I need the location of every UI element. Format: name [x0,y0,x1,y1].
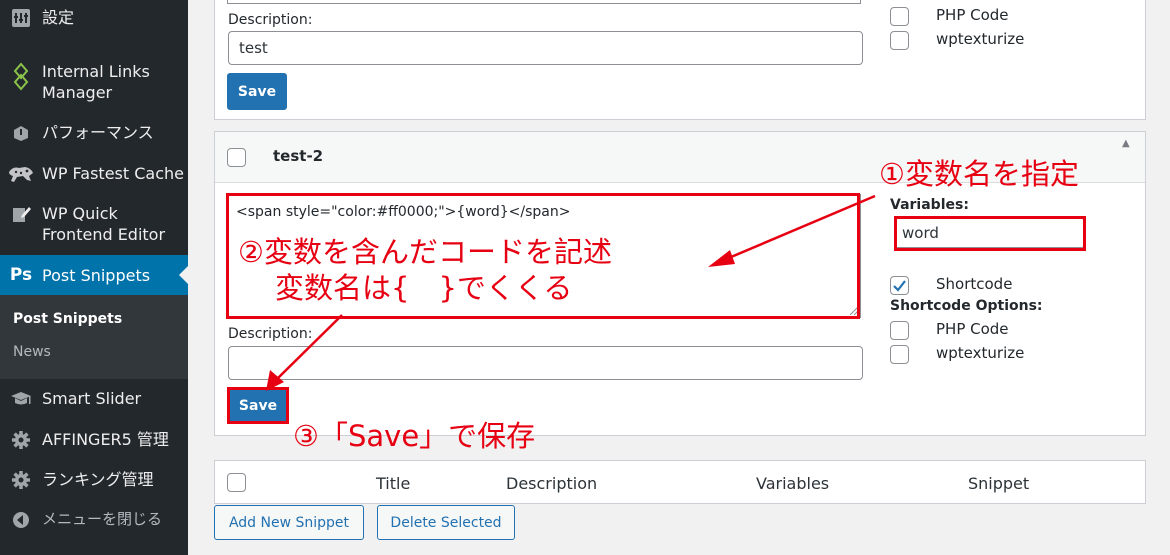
snippet-2-description-label: Description: [228,326,313,342]
snippet-1-php-code-checkbox[interactable] [890,7,909,26]
sidebar-item-settings[interactable]: 設定 [0,7,188,28]
snippet-2-description-input[interactable] [228,346,863,380]
sidebar-item-smart-slider[interactable]: Smart Slider [0,388,188,409]
settings-icon [0,7,42,28]
annotation-step2-line1: ②変数を含んだコードを記述 [238,235,612,269]
sidebar-item-performance[interactable]: パフォーマンス [0,122,188,143]
select-all-checkbox[interactable] [227,473,246,492]
annotation-step3: ③「Save」で保存 [293,419,536,453]
graduation-cap-icon [0,388,42,409]
performance-icon [0,122,42,143]
sidebar-item-label: パフォーマンス [42,123,154,142]
snippet-2-wptexturize-checkbox[interactable] [890,345,909,364]
delete-selected-button[interactable]: Delete Selected [377,505,515,540]
sidebar-item-label-line2: Manager [42,83,113,102]
cheetah-icon [0,163,42,184]
submenu-item-news[interactable]: News [13,344,51,360]
ps-logo-text: Ps [9,264,33,285]
sidebar-item-label: メニューを閉じる [42,510,163,528]
variables-label: Variables: [890,197,969,213]
shortcode-checkbox[interactable] [890,276,909,295]
column-snippet[interactable]: Snippet [968,474,1029,493]
admin-sidebar: 設定 Internal Links Manager パフォーマンス WP Fas… [0,0,188,555]
snippet-1-php-code-label: PHP Code [936,6,1009,24]
sidebar-item-label: 設定 [42,8,75,27]
sidebar-item-label-line2: Frontend Editor [42,225,166,244]
snippet-2-php-code-checkbox[interactable] [890,321,909,340]
snippet-1-save-button[interactable]: Save [227,73,287,110]
sidebar-item-post-snippets[interactable]: Ps Post Snippets [0,255,188,295]
annotation-step1: ①変数名を指定 [879,157,1079,191]
column-variables[interactable]: Variables [756,474,829,493]
sidebar-submenu: Post Snippets News [0,295,188,379]
sidebar-item-wp-fastest-cache[interactable]: WP Fastest Cache [0,163,188,184]
collapse-toggle-icon[interactable]: ▲ [1122,138,1130,149]
sidebar-item-label: ランキング管理 [42,470,154,489]
snippet-1-wptexturize-label: wptexturize [936,30,1025,48]
add-new-snippet-button[interactable]: Add New Snippet [214,505,364,540]
sidebar-item-ranking[interactable]: ランキング管理 [0,469,188,490]
sidebar-item-wp-quick-frontend-editor[interactable]: WP Quick Frontend Editor [0,203,188,245]
sidebar-item-label: WP Fastest Cache [42,164,184,183]
checkmark-icon [893,280,906,292]
snippet-1-description-input[interactable]: test [228,31,863,65]
sidebar-item-label: Smart Slider [42,389,142,408]
snippet-2-select-checkbox[interactable] [227,148,246,167]
edit-icon [0,203,42,224]
annotation-save-box [227,387,289,424]
sidebar-item-affinger5[interactable]: AFFINGER5 管理 [0,429,188,450]
snippet-2-title: test-2 [273,147,324,165]
sidebar-item-label: AFFINGER5 管理 [42,430,169,449]
ps-logo-icon: Ps [0,265,42,286]
sidebar-item-internal-links-manager[interactable]: Internal Links Manager [0,61,188,103]
column-title[interactable]: Title [376,474,410,493]
column-description[interactable]: Description [506,474,597,493]
gear-icon [0,469,42,490]
annotation-step2-line2: 変数名は{ }でくくる [275,271,573,305]
submenu-item-post-snippets[interactable]: Post Snippets [13,311,122,327]
snippet-2-wptexturize-label: wptexturize [936,344,1025,362]
shortcode-options-label: Shortcode Options: [890,298,1043,314]
sidebar-item-label: Internal Links [42,62,150,81]
collapse-icon [0,509,42,530]
sidebar-item-label: Post Snippets [42,265,151,285]
sidebar-item-label: WP Quick [42,204,118,223]
sidebar-item-collapse-menu[interactable]: メニューを閉じる [0,509,188,530]
gear-icon [0,429,42,450]
snippet-2-php-code-label: PHP Code [936,320,1009,338]
shortcode-label: Shortcode [936,275,1013,293]
snippet-1-code-textarea[interactable] [227,0,861,4]
annotation-variables-box [894,216,1086,251]
internal-links-icon [0,61,42,92]
snippet-1-wptexturize-checkbox[interactable] [890,31,909,50]
snippet-1-description-label: Description: [228,12,313,28]
